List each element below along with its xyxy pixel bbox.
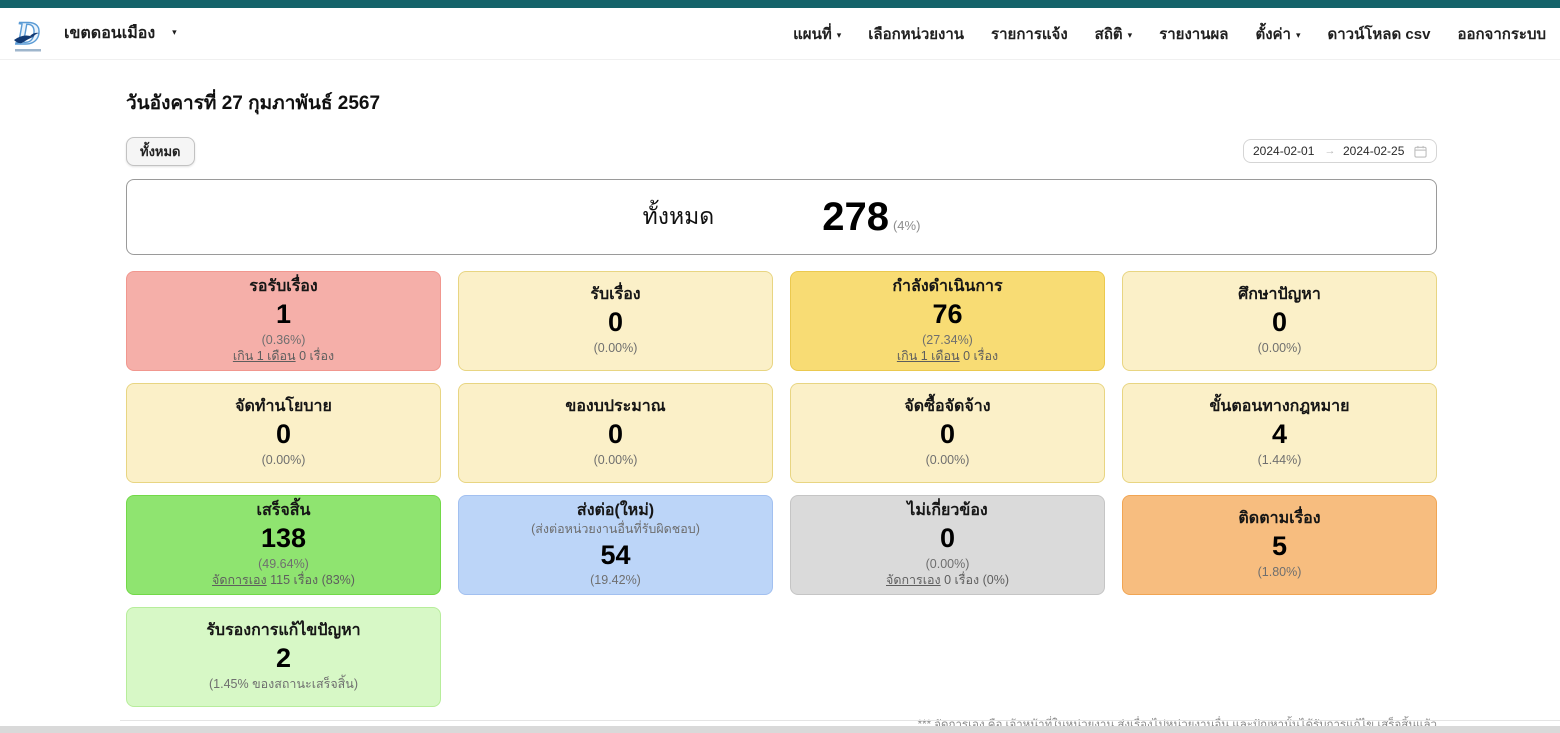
nav-item-map[interactable]: แผนที่▾	[793, 22, 841, 46]
status-card-title: จัดซื้อจัดจ้าง	[904, 397, 990, 417]
status-card-procurement[interactable]: จัดซื้อจัดจ้าง0(0.00%)	[790, 383, 1105, 483]
status-card-title: กำลังดำเนินการ	[892, 277, 1002, 297]
nav-item-settings[interactable]: ตั้งค่า▾	[1255, 22, 1300, 46]
status-card-irrelevant[interactable]: ไม่เกี่ยวข้อง0(0.00%)จัดการเอง 0 เรื่อง …	[790, 495, 1105, 595]
status-card-percent: (0.36%)	[262, 333, 306, 349]
status-card-in-progress[interactable]: กำลังดำเนินการ76(27.34%)เกิน 1 เดือน 0 เ…	[790, 271, 1105, 371]
nav-item-logout[interactable]: ออกจากระบบ	[1457, 22, 1546, 46]
status-card-done[interactable]: เสร็จสิ้น138(49.64%)จัดการเอง 115 เรื่อง…	[126, 495, 441, 595]
status-card-certified-fix[interactable]: รับรองการแก้ไขปัญหา2(1.45% ของสถานะเสร็จ…	[126, 607, 441, 707]
status-card-budget[interactable]: ของบประมาณ0(0.00%)	[458, 383, 773, 483]
status-card-percent: (0.00%)	[926, 557, 970, 573]
status-card-percent: (0.00%)	[926, 453, 970, 469]
status-card-title: ขั้นตอนทางกฎหมาย	[1209, 397, 1349, 417]
date-range-picker[interactable]: →	[1243, 139, 1437, 163]
status-card-title: ติดตามเรื่อง	[1238, 509, 1320, 529]
status-card-title: รอรับเรื่อง	[249, 277, 317, 297]
total-percent: (4%)	[893, 218, 920, 233]
status-card-title: ส่งต่อ(ใหม่)	[577, 501, 654, 521]
status-card-percent: (0.00%)	[594, 453, 638, 469]
status-card-percent: (19.42%)	[590, 573, 641, 589]
status-card-value: 0	[276, 418, 291, 452]
date-start-input[interactable]	[1253, 144, 1317, 158]
status-card-percent: (0.00%)	[594, 341, 638, 357]
status-card-percent: (1.44%)	[1258, 453, 1302, 469]
status-card-extra: เกิน 1 เดือน 0 เรื่อง	[233, 349, 334, 365]
status-card-value: 4	[1272, 418, 1287, 452]
range-arrow-icon: →	[1324, 145, 1336, 157]
status-card-title: จัดทำนโยบาย	[235, 397, 332, 417]
status-card-title: รับเรื่อง	[590, 285, 640, 305]
filter-all-button[interactable]: ทั้งหมด	[126, 137, 195, 166]
status-card-value: 5	[1272, 530, 1287, 564]
status-card-waiting[interactable]: รอรับเรื่อง1(0.36%)เกิน 1 เดือน 0 เรื่อง	[126, 271, 441, 371]
nav-item-select-agency[interactable]: เลือกหน่วยงาน	[868, 22, 964, 46]
status-card-value: 2	[276, 642, 291, 676]
status-card-policy[interactable]: จัดทำนโยบาย0(0.00%)	[126, 383, 441, 483]
chevron-down-icon: ▾	[1128, 30, 1133, 40]
status-card-percent: (1.80%)	[1258, 565, 1302, 581]
page-title-date: วันอังคารที่ 27 กุมภาพันธ์ 2567	[126, 60, 1437, 118]
bottom-strip	[0, 726, 1560, 733]
controls-row: ทั้งหมด →	[126, 139, 1437, 163]
app-logo-icon: D	[10, 13, 52, 55]
org-label: เขตดอนเมือง	[64, 21, 155, 46]
status-cards-grid: รอรับเรื่อง1(0.36%)เกิน 1 เดือน 0 เรื่อง…	[126, 271, 1437, 707]
status-card-extra-link[interactable]: เกิน 1 เดือน	[897, 349, 960, 363]
nav-item-results-report[interactable]: รายงานผล	[1159, 22, 1228, 46]
status-card-subtitle: (ส่งต่อหน่วยงานอื่นที่รับผิดชอบ)	[531, 522, 700, 538]
total-value: 278	[822, 195, 889, 240]
top-accent-bar	[0, 0, 1560, 8]
status-card-percent: (1.45% ของสถานะเสร็จสิ้น)	[209, 677, 358, 693]
chevron-down-icon: ▾	[172, 27, 177, 38]
status-card-extra-link[interactable]: จัดการเอง	[886, 573, 941, 587]
status-card-value: 0	[940, 418, 955, 452]
status-card-extra: จัดการเอง 0 เรื่อง (0%)	[886, 573, 1009, 589]
status-card-percent: (49.64%)	[258, 557, 309, 573]
status-card-title: รับรองการแก้ไขปัญหา	[206, 621, 360, 641]
status-card-studying[interactable]: ศึกษาปัญหา0(0.00%)	[1122, 271, 1437, 371]
status-card-value: 138	[261, 522, 306, 556]
status-card-value: 0	[940, 522, 955, 556]
status-card-extra-text: 0 เรื่อง	[296, 349, 335, 363]
nav-menu: แผนที่▾ เลือกหน่วยงาน รายการแจ้ง สถิติ▾ รายง…	[793, 22, 1546, 46]
status-card-value: 76	[932, 298, 962, 332]
status-card-value: 54	[600, 539, 630, 573]
total-summary-card: ทั้งหมด 278 (4%)	[126, 179, 1437, 255]
status-card-title: ของบประมาณ	[565, 397, 665, 417]
nav-item-download-csv[interactable]: ดาวน์โหลด csv	[1328, 22, 1431, 46]
chevron-down-icon: ▾	[1296, 30, 1301, 40]
status-card-legal-process[interactable]: ขั้นตอนทางกฎหมาย4(1.44%)	[1122, 383, 1437, 483]
status-card-title: ศึกษาปัญหา	[1238, 285, 1321, 305]
status-card-value: 1	[276, 298, 291, 332]
status-card-value: 0	[608, 418, 623, 452]
nav-item-statistics[interactable]: สถิติ▾	[1095, 22, 1133, 46]
status-card-title: เสร็จสิ้น	[257, 501, 311, 521]
calendar-icon	[1414, 145, 1427, 158]
status-card-percent: (0.00%)	[1258, 341, 1302, 357]
date-end-input[interactable]	[1343, 144, 1407, 158]
status-card-value: 0	[1272, 306, 1287, 340]
status-card-extra-text: 0 เรื่อง	[960, 349, 999, 363]
status-card-extra-link[interactable]: เกิน 1 เดือน	[233, 349, 296, 363]
status-card-extra: เกิน 1 เดือน 0 เรื่อง	[897, 349, 998, 365]
status-card-title: ไม่เกี่ยวข้อง	[907, 501, 987, 521]
nav-item-report-list[interactable]: รายการแจ้ง	[991, 22, 1068, 46]
navbar: D เขตดอนเมือง ▾ แผนที่▾ เลือกหน่วยงาน รายก…	[0, 8, 1560, 60]
status-card-received[interactable]: รับเรื่อง0(0.00%)	[458, 271, 773, 371]
status-card-forwarded-new[interactable]: ส่งต่อ(ใหม่)(ส่งต่อหน่วยงานอื่นที่รับผิด…	[458, 495, 773, 595]
chevron-down-icon: ▾	[837, 30, 842, 40]
status-card-extra-text: 0 เรื่อง (0%)	[941, 573, 1009, 587]
status-card-value: 0	[608, 306, 623, 340]
status-card-extra-link[interactable]: จัดการเอง	[212, 573, 267, 587]
status-card-extra-text: 115 เรื่อง (83%)	[267, 573, 355, 587]
bottom-divider	[120, 720, 1560, 721]
status-card-percent: (27.34%)	[922, 333, 973, 349]
status-card-percent: (0.00%)	[262, 453, 306, 469]
total-label: ทั้งหมด	[643, 199, 715, 235]
status-card-extra: จัดการเอง 115 เรื่อง (83%)	[212, 573, 355, 589]
main-content: วันอังคารที่ 27 กุมภาพันธ์ 2567 ทั้งหมด …	[126, 60, 1437, 707]
status-card-follow-up[interactable]: ติดตามเรื่อง5(1.80%)	[1122, 495, 1437, 595]
org-selector[interactable]: D เขตดอนเมือง ▾	[10, 13, 177, 55]
